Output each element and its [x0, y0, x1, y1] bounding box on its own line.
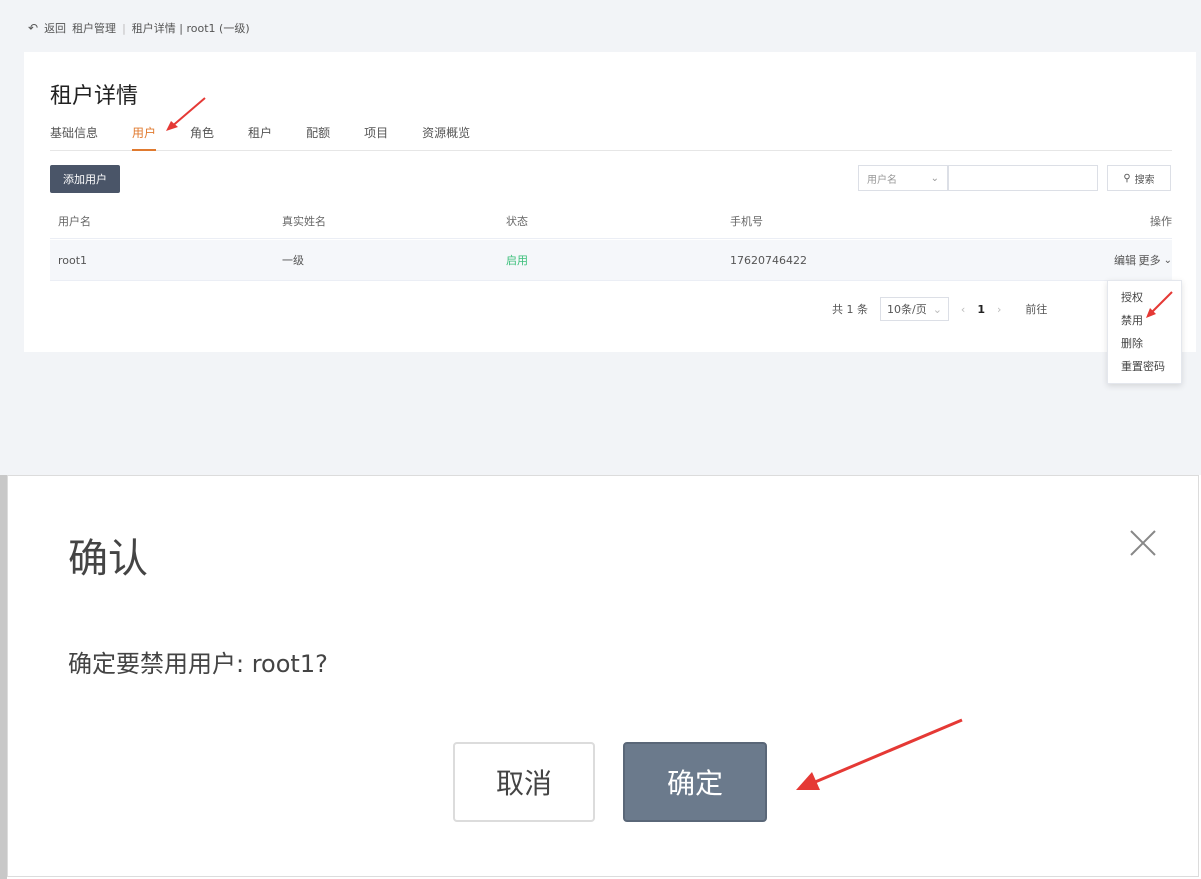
close-icon[interactable]	[1128, 528, 1158, 558]
prev-page-icon[interactable]: ‹	[961, 303, 965, 316]
row-username: root1	[58, 253, 88, 267]
header-username: 用户名	[58, 215, 91, 228]
back-link[interactable]: 返回	[44, 20, 66, 36]
menu-item-authorize[interactable]: 授权	[1121, 289, 1143, 305]
search-input[interactable]	[948, 165, 1098, 191]
next-page-icon[interactable]: ›	[997, 303, 1001, 316]
status-badge: 启用	[506, 254, 528, 267]
tab-resource-overview[interactable]: 资源概览	[422, 124, 470, 150]
pagination-total: 共 1 条	[832, 303, 868, 316]
breadcrumb-separator: |	[122, 21, 126, 35]
goto-label: 前往	[1025, 303, 1048, 316]
breadcrumb-current: 租户详情 | root1 (一级)	[131, 22, 250, 35]
header-realname: 真实姓名	[282, 215, 326, 228]
tab-tenants[interactable]: 租户	[248, 124, 272, 150]
search-button[interactable]: ⚲ 搜索	[1107, 165, 1171, 191]
search-icon: ⚲	[1123, 172, 1131, 184]
tab-projects[interactable]: 项目	[364, 124, 388, 150]
tab-basic-info[interactable]: 基础信息	[50, 124, 98, 150]
tab-roles[interactable]: 角色	[190, 124, 214, 150]
add-user-button[interactable]: 添加用户	[50, 165, 120, 193]
pagination: 共 1 条 10条/页 ⌄ ‹ 1 › 前往	[832, 297, 1047, 321]
dialog-message: 确定要禁用用户: root1?	[68, 650, 328, 678]
chevron-down-icon: ⌄	[930, 172, 939, 184]
more-actions-menu: 授权 禁用 删除 重置密码	[1107, 280, 1182, 384]
breadcrumb-tenant-mgmt[interactable]: 租户管理	[72, 20, 116, 36]
table-row: root1 一级 启用 17620746422 编辑 | 更多 ⌄	[50, 240, 1172, 281]
cancel-button[interactable]: 取消	[453, 742, 595, 822]
search-field-label: 用户名	[867, 174, 897, 186]
header-status: 状态	[506, 215, 528, 228]
menu-item-reset-password[interactable]: 重置密码	[1121, 358, 1165, 374]
tab-bar: 基础信息 用户 角色 租户 配额 项目 资源概览	[50, 124, 1172, 151]
more-dropdown-trigger[interactable]: 更多 ⌄	[1139, 240, 1172, 280]
dialog-title: 确认	[68, 536, 148, 582]
menu-item-disable[interactable]: 禁用	[1121, 312, 1143, 328]
left-edge-strip	[0, 475, 7, 879]
confirm-button[interactable]: 确定	[623, 742, 767, 822]
breadcrumb: ↶ 返回 租户管理 | 租户详情 | root1 (一级)	[28, 20, 250, 36]
chevron-down-icon: ⌄	[1163, 254, 1172, 266]
search-button-label: 搜索	[1134, 174, 1155, 186]
row-phone: 17620746422	[730, 253, 807, 267]
back-arrow-icon[interactable]: ↶	[28, 21, 38, 35]
tenant-detail-card: 租户详情 基础信息 用户 角色 租户 配额 项目 资源概览 添加用户 用户名 ⌄…	[24, 52, 1196, 352]
header-actions: 操作	[1150, 215, 1172, 228]
search-field-select[interactable]: 用户名 ⌄	[858, 165, 948, 191]
edit-link[interactable]: 编辑	[1114, 240, 1136, 280]
menu-item-delete[interactable]: 删除	[1121, 335, 1143, 351]
table-header: 用户名 真实姓名 状态 手机号 操作	[50, 204, 1172, 239]
row-realname: 一级	[282, 254, 304, 267]
tab-users[interactable]: 用户	[132, 124, 157, 151]
current-page[interactable]: 1	[977, 303, 985, 316]
page-size-label: 10条/页	[887, 303, 927, 316]
page-title: 租户详情	[50, 84, 139, 109]
tab-quota[interactable]: 配额	[306, 124, 330, 150]
background-page: ↶ 返回 租户管理 | 租户详情 | root1 (一级) 租户详情 基础信息 …	[0, 0, 1201, 475]
page-size-select[interactable]: 10条/页 ⌄	[880, 297, 949, 321]
confirm-dialog: 确认 确定要禁用用户: root1? 取消 确定	[7, 475, 1199, 877]
header-phone: 手机号	[730, 215, 763, 228]
more-link-label: 更多	[1138, 254, 1161, 267]
chevron-down-icon: ⌄	[932, 302, 942, 316]
